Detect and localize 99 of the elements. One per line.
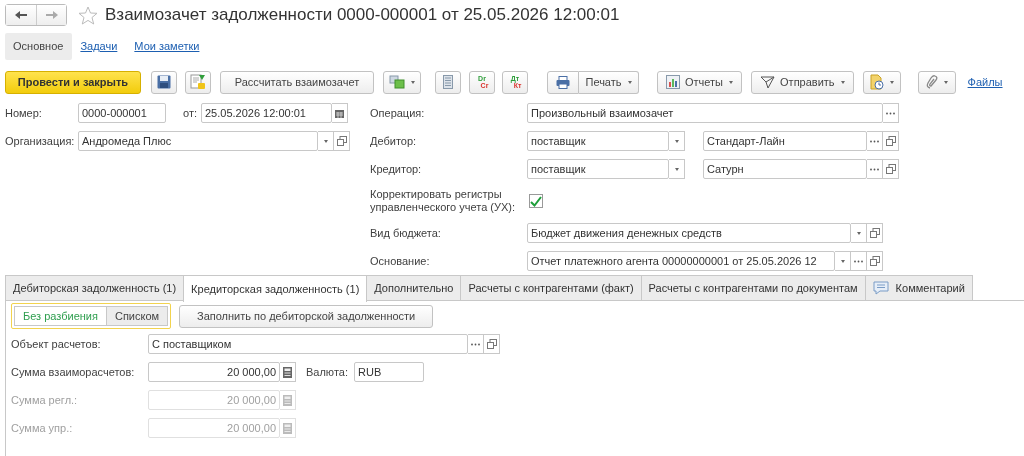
checkmark-icon xyxy=(530,195,542,207)
split-mode-toggle[interactable]: Списком xyxy=(106,306,169,326)
calendar-button[interactable] xyxy=(332,103,348,123)
open-button[interactable] xyxy=(867,251,883,271)
choose-button[interactable] xyxy=(468,334,484,354)
budget-type-field[interactable]: Бюджет движения денежных средств xyxy=(527,223,851,243)
open-button[interactable] xyxy=(883,131,899,151)
field-label: Сумма взаиморасчетов: xyxy=(11,366,136,378)
dropdown-button[interactable] xyxy=(669,159,685,179)
tab[interactable]: Дебиторская задолженность (1) xyxy=(5,275,185,300)
tab[interactable]: Комментарий xyxy=(864,275,973,300)
field-label: Вид бюджета: xyxy=(370,226,442,240)
settlement-object-field[interactable]: С поставщиком xyxy=(148,334,468,354)
calculator-icon xyxy=(283,394,292,406)
list-icon xyxy=(443,75,453,89)
checkbox[interactable] xyxy=(529,194,543,208)
section-tab[interactable]: Задачи xyxy=(72,33,127,60)
field-label: Объект расчетов: xyxy=(11,338,102,350)
role-field[interactable]: поставщик xyxy=(527,159,669,179)
choose-button[interactable] xyxy=(867,159,883,179)
linked-documents-icon xyxy=(389,75,405,89)
reports-button[interactable]: Отчеты xyxy=(657,70,743,94)
choose-button[interactable] xyxy=(851,251,867,271)
currency-field[interactable]: RUB xyxy=(354,362,424,382)
back-button[interactable] xyxy=(6,5,36,25)
field-label: Сумма упр.: xyxy=(11,422,74,434)
counterparty-field[interactable]: Стандарт-Лайн xyxy=(703,131,867,151)
amount-field[interactable]: 20 000,00 xyxy=(148,362,280,382)
document-clock-icon xyxy=(869,74,884,90)
post-and-close-button[interactable]: Провести и закрыть xyxy=(5,70,141,94)
save-button[interactable] xyxy=(151,70,177,94)
basis-field[interactable]: Отчет платежного агента 00000000001 от 25.05.2026 12 xyxy=(527,251,835,271)
calculator-icon xyxy=(283,366,292,378)
split-mode-toggle[interactable]: Без разбиения xyxy=(14,306,107,326)
speech-bubble-icon xyxy=(872,281,889,295)
open-button[interactable] xyxy=(334,131,350,151)
paperclip-icon xyxy=(925,75,938,89)
files-link[interactable]: Файлы xyxy=(967,76,1003,88)
choose-button[interactable] xyxy=(883,103,899,123)
fill-button[interactable]: Заполнить по дебиторской задолженности xyxy=(179,304,434,328)
send-button[interactable]: Отправить xyxy=(751,70,854,94)
print-icon-button[interactable] xyxy=(547,70,579,94)
print-button[interactable]: Печать xyxy=(579,70,639,94)
tab[interactable]: Расчеты с контрагентами (факт) xyxy=(460,275,642,300)
calculator-icon xyxy=(283,422,292,434)
field-label: Корректировать регистры управленческого учета (УХ): xyxy=(370,188,517,214)
field-label: Операция: xyxy=(370,106,426,120)
document-clock-button[interactable] xyxy=(862,70,901,94)
forward-arrow-icon xyxy=(44,10,59,20)
open-button[interactable] xyxy=(867,223,883,243)
calendar-icon xyxy=(335,108,344,118)
role-field[interactable]: поставщик xyxy=(527,131,669,151)
open-button[interactable] xyxy=(484,334,500,354)
field-label: Основание: xyxy=(370,254,431,268)
field-label: от: xyxy=(183,107,198,119)
ellipsis-icon xyxy=(471,342,480,346)
printer-icon xyxy=(556,75,570,89)
operation-field[interactable]: Произвольный взаимозачет xyxy=(527,103,883,123)
ellipsis-icon xyxy=(886,111,895,115)
section-tab[interactable]: Мои заметки xyxy=(126,33,209,60)
open-window-icon xyxy=(336,136,347,146)
field-label: Сумма регл.: xyxy=(11,394,79,406)
counterparty-field[interactable]: Сатурн xyxy=(703,159,867,179)
section-tab[interactable]: Основное xyxy=(5,33,73,60)
field-label: Кредитор: xyxy=(370,162,423,176)
number-field[interactable]: 0000-000001 xyxy=(78,103,166,123)
calculate-offset-button[interactable]: Рассчитать взаимозачет xyxy=(220,70,374,94)
open-window-icon xyxy=(885,164,896,174)
dropdown-button[interactable] xyxy=(835,251,851,271)
ellipsis-icon xyxy=(854,259,863,263)
tab[interactable]: Дополнительно xyxy=(366,275,462,300)
field-label: Номер: xyxy=(5,107,43,119)
organization-field[interactable]: Андромеда Плюс xyxy=(78,131,318,151)
open-button[interactable] xyxy=(883,159,899,179)
open-window-icon xyxy=(869,228,880,238)
attachment-button[interactable] xyxy=(917,70,956,94)
document-arrow-icon xyxy=(190,74,206,90)
choose-button[interactable] xyxy=(867,131,883,151)
date-field[interactable]: 25.05.2026 12:00:01 xyxy=(201,103,332,123)
structure-menu-button[interactable] xyxy=(383,70,421,94)
tab[interactable]: Кредиторская задолженность (1) xyxy=(183,275,368,302)
dropdown-button[interactable] xyxy=(669,131,685,151)
window-title: Взаимозачет задолженности 0000-000001 от 25.05.2026 12:00:01 xyxy=(105,5,620,25)
calculator-button[interactable] xyxy=(280,362,296,382)
open-window-icon xyxy=(869,256,880,266)
tab[interactable]: Расчеты с контрагентами по документам xyxy=(640,275,866,300)
open-window-icon xyxy=(486,339,497,349)
paper-plane-icon xyxy=(760,75,776,89)
open-window-icon xyxy=(885,136,896,146)
field-label: Валюта: xyxy=(306,366,349,378)
field-label: Дебитор: xyxy=(370,134,418,148)
bar-chart-icon xyxy=(666,75,680,89)
star-icon[interactable] xyxy=(78,5,98,25)
ellipsis-icon xyxy=(870,139,879,143)
ellipsis-icon xyxy=(870,167,879,171)
field-label: Организация: xyxy=(5,135,76,147)
back-arrow-icon xyxy=(14,10,28,20)
post-button[interactable] xyxy=(185,70,211,94)
list-button[interactable] xyxy=(435,70,461,94)
